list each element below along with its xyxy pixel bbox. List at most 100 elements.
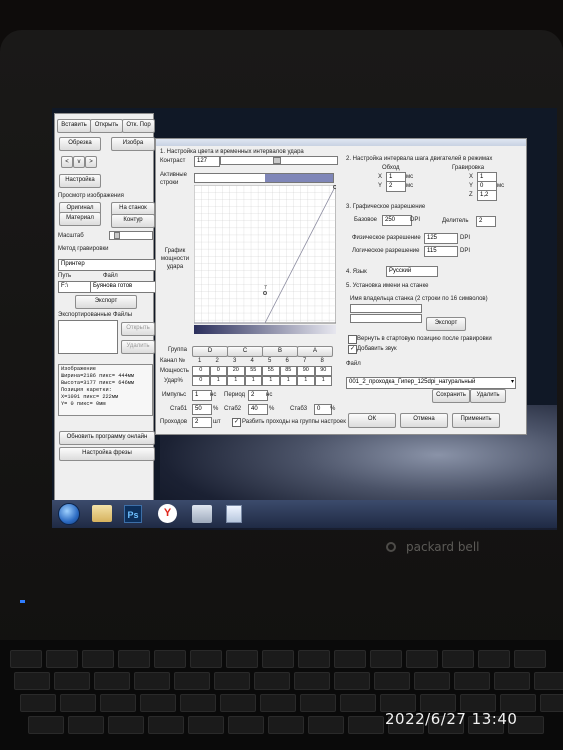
info-line: X=1091 пикс= 222мм <box>61 394 119 400</box>
contrast-slider[interactable] <box>220 156 338 165</box>
engrave-method-label: Метод гравировки <box>58 246 109 252</box>
active-strings-bar[interactable] <box>194 173 334 183</box>
base-resolution-select[interactable]: 250 <box>382 215 412 226</box>
ok-button[interactable]: ОК <box>348 413 396 428</box>
divider-field[interactable]: 2 <box>476 216 496 227</box>
add-sound-checkbox[interactable]: ✓ <box>348 345 357 354</box>
exported-delete-button: Удалить <box>121 340 155 354</box>
photoshop-icon[interactable]: Ps <box>124 505 142 523</box>
stab1-field[interactable]: 50 <box>192 404 212 415</box>
split-passes-checkbox[interactable]: ✓ <box>232 418 241 427</box>
owner-name-field[interactable] <box>350 304 422 313</box>
owner-name-field-2[interactable] <box>350 314 422 323</box>
power-graph[interactable]: 7 <box>194 185 336 335</box>
strike-cell[interactable]: 1 <box>297 376 315 386</box>
passes-field[interactable]: 2 <box>192 417 212 428</box>
group-tab[interactable]: A <box>297 346 333 357</box>
group-tab[interactable]: D <box>192 346 228 357</box>
strike-cell[interactable]: 1 <box>244 376 262 386</box>
yandex-browser-icon[interactable]: Y <box>158 504 177 523</box>
insert-button[interactable]: Вставить <box>57 119 91 133</box>
method-select[interactable]: Принтер <box>58 259 157 271</box>
stab2-unit: % <box>269 406 275 412</box>
period-unit: нс <box>266 392 273 398</box>
contrast-slider-thumb[interactable] <box>273 157 281 164</box>
keyboard-key <box>68 716 104 734</box>
impulse-unit: нс <box>210 392 217 398</box>
drive-value: F:\ <box>61 283 68 289</box>
nav-right-button[interactable]: > <box>85 156 97 168</box>
power-cell[interactable]: 90 <box>297 366 315 376</box>
group-tab[interactable]: B <box>262 346 298 357</box>
scale-slider[interactable] <box>109 231 153 240</box>
keyboard-key <box>534 672 563 690</box>
settings-file-select[interactable]: 001_2_проходка_Гипер_125dpi_натуральный … <box>346 377 516 389</box>
period-label: Период <box>224 392 246 398</box>
engrave-z-field[interactable]: 1,2 <box>477 190 497 201</box>
section2-title: 2. Настройка интервала шага двигателей в… <box>346 156 493 162</box>
drive-select[interactable]: F:\ <box>58 281 92 293</box>
laptop-brand-logo: packard bell <box>360 540 479 554</box>
group-tab[interactable]: C <box>227 346 263 357</box>
channel-number: 2 <box>215 358 219 364</box>
strike-cell[interactable]: 1 <box>314 376 332 386</box>
crop-button[interactable]: Обрезка <box>59 137 101 151</box>
mill-settings-button[interactable]: Настройка фрезы <box>59 447 155 461</box>
update-online-button[interactable]: Обновить программу онлайн <box>59 431 155 445</box>
explorer-icon[interactable] <box>92 505 112 522</box>
impulse-field[interactable]: 1 <box>192 390 212 401</box>
engrave-x-label: X <box>469 174 474 180</box>
export-button[interactable]: Экспорт <box>75 295 137 309</box>
chevron-down-icon[interactable]: ▾ <box>511 378 514 386</box>
power-cell[interactable]: 20 <box>227 366 245 376</box>
nav-down-button[interactable]: v <box>73 156 85 168</box>
save-settings-button[interactable]: Сохранить <box>432 389 470 403</box>
power-cell[interactable]: 55 <box>244 366 262 376</box>
period-field[interactable]: 2 <box>248 390 268 401</box>
start-orb-icon[interactable] <box>58 503 80 525</box>
settings-button[interactable]: Настройка <box>59 174 101 188</box>
language-select[interactable]: Русский <box>386 266 438 277</box>
strike-cell[interactable]: 1 <box>279 376 297 386</box>
curve-control-point[interactable] <box>263 291 267 295</box>
contrast-value-field[interactable]: 127 <box>194 156 220 167</box>
stab2-field[interactable]: 40 <box>248 404 268 415</box>
group-label: Группа <box>168 347 188 353</box>
power-cell[interactable]: 55 <box>262 366 280 376</box>
apply-button[interactable]: Применить <box>452 413 500 428</box>
nav-left-button[interactable]: < <box>61 156 73 168</box>
power-cell[interactable]: 0 <box>192 366 210 376</box>
partial-open-button[interactable]: Отк. Пор <box>122 119 155 133</box>
strike-cell[interactable]: 1 <box>227 376 245 386</box>
app-arrow-icon[interactable] <box>192 505 212 523</box>
owner-export-button[interactable]: Экспорт <box>426 317 466 331</box>
cancel-button[interactable]: Отмена <box>400 413 448 428</box>
material-button[interactable]: Материал <box>59 212 101 226</box>
notepad-icon[interactable] <box>226 505 242 523</box>
channel-number: 5 <box>268 358 272 364</box>
graph-label: График мощности удара <box>160 248 190 270</box>
scale-slider-thumb[interactable] <box>114 232 120 239</box>
power-cell[interactable]: 85 <box>279 366 297 376</box>
return-start-checkbox[interactable] <box>348 335 357 344</box>
settings-file-label: Файл <box>346 361 361 367</box>
exported-files-label: Экспортированные Файлы <box>58 312 133 318</box>
owner-name-label: Имя владельца станка (2 строки по 16 сим… <box>350 296 488 302</box>
power-cell[interactable]: 0 <box>209 366 227 376</box>
exported-files-list[interactable] <box>58 320 118 354</box>
active-strings-fill <box>265 174 333 182</box>
bypass-y-field[interactable]: 2 <box>386 181 406 192</box>
curve-end-point[interactable] <box>333 185 337 189</box>
power-cell[interactable]: 90 <box>314 366 332 376</box>
strike-cell[interactable]: 1 <box>209 376 227 386</box>
strike-cell[interactable]: 0 <box>192 376 210 386</box>
channel-number: 3 <box>233 358 237 364</box>
contour-button[interactable]: Контур <box>111 214 155 228</box>
file-select[interactable]: Буянова готов <box>90 281 157 293</box>
strike-cell[interactable]: 1 <box>262 376 280 386</box>
physical-resolution-field: 125 <box>424 233 458 244</box>
add-sound-label: Добавить звук <box>357 346 397 352</box>
image-button[interactable]: Изобра <box>111 137 155 151</box>
delete-settings-button[interactable]: Удалить <box>470 389 506 403</box>
open-button[interactable]: Открыть <box>90 119 123 133</box>
